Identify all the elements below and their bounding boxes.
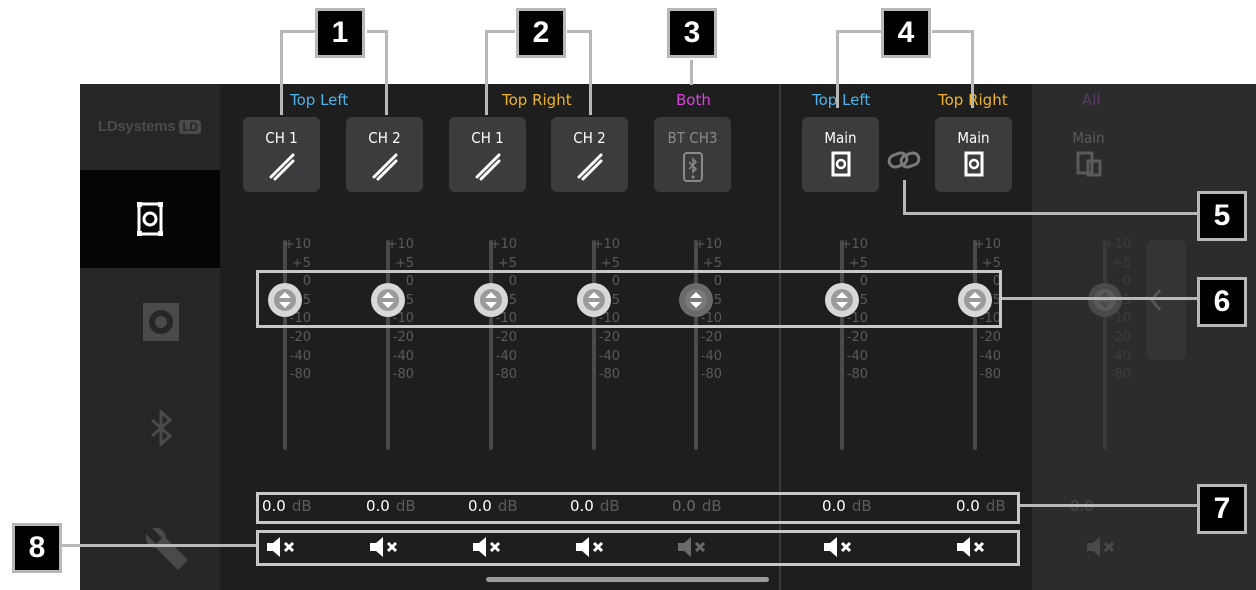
group-label-all: All bbox=[1082, 91, 1101, 109]
scale-tick-label: -80 bbox=[289, 367, 311, 383]
speaker-setup-icon bbox=[137, 202, 163, 236]
channel-button-ch1-top-left[interactable]: CH 1 bbox=[243, 117, 320, 192]
callout-badge: 2 bbox=[516, 8, 566, 58]
scale-tick-label: -40 bbox=[598, 348, 620, 364]
callout-badge: 3 bbox=[667, 8, 717, 58]
callout-badge: 5 bbox=[1197, 191, 1247, 241]
fader-arrows-icon bbox=[1094, 289, 1116, 311]
scale-tick-label: -40 bbox=[846, 348, 868, 364]
scale-tick-label: -40 bbox=[979, 348, 1001, 364]
logo-text: LDsystems bbox=[98, 118, 176, 135]
scale-tick-label: -20 bbox=[392, 329, 414, 345]
channel-button-ch1-top-right[interactable]: CH 1 bbox=[449, 117, 526, 192]
scale-tick-label: +10 bbox=[840, 237, 868, 252]
speakers-icon bbox=[1076, 151, 1101, 177]
channel-label: CH 2 bbox=[368, 129, 401, 147]
scale-tick-label: -40 bbox=[495, 348, 517, 364]
scale-tick-label: -80 bbox=[846, 367, 868, 383]
scrollbar[interactable] bbox=[486, 577, 769, 582]
scale-tick-label: -20 bbox=[700, 329, 722, 345]
scale-tick-label: -20 bbox=[289, 329, 311, 345]
channel-button-ch2-top-right[interactable]: CH 2 bbox=[551, 117, 628, 192]
channel-label: CH 1 bbox=[265, 129, 298, 147]
scale-tick-label: +10 bbox=[386, 237, 414, 252]
callout-badge: 4 bbox=[881, 8, 931, 58]
scale-tick-label: -20 bbox=[598, 329, 620, 345]
db-readout-highlight bbox=[256, 492, 1020, 524]
sidebar-item-speaker-setup[interactable] bbox=[80, 170, 220, 268]
cable-icon bbox=[577, 153, 602, 181]
callout-badge: 7 bbox=[1197, 484, 1247, 534]
scale-tick-label: +10 bbox=[973, 237, 1001, 252]
main-button-top-left[interactable]: Main bbox=[802, 117, 879, 192]
scale-tick-label: +10 bbox=[489, 237, 517, 252]
channel-label: Main bbox=[1072, 129, 1105, 147]
scale-tick-label: -40 bbox=[289, 348, 311, 364]
mute-button[interactable] bbox=[1085, 536, 1119, 563]
scale-tick-label: -20 bbox=[846, 329, 868, 345]
fader-knob[interactable] bbox=[1088, 283, 1122, 317]
channel-label: Main bbox=[824, 129, 857, 147]
chevron-left-icon bbox=[1150, 289, 1162, 311]
channel-label: CH 1 bbox=[471, 129, 504, 147]
scale-tick-label: +10 bbox=[1103, 237, 1131, 252]
callout-badge: 8 bbox=[12, 523, 62, 573]
channel-label: Main bbox=[957, 129, 990, 147]
scale-tick-label: -40 bbox=[392, 348, 414, 364]
scale-tick-label: -20 bbox=[1109, 329, 1131, 345]
scale-tick-label: -80 bbox=[392, 367, 414, 383]
bluetooth-icon bbox=[151, 408, 173, 448]
speaker-icon bbox=[143, 303, 179, 341]
speaker-icon bbox=[831, 151, 850, 177]
speaker-icon bbox=[964, 151, 983, 177]
scale-tick-label: -20 bbox=[979, 329, 1001, 345]
channel-label: CH 2 bbox=[573, 129, 606, 147]
cable-icon bbox=[372, 153, 397, 181]
mute-icon bbox=[1087, 537, 1115, 557]
sidebar-item-speaker[interactable] bbox=[142, 302, 180, 342]
bluetooth-phone-icon bbox=[682, 152, 703, 182]
channel-label: BT CH3 bbox=[667, 129, 718, 147]
scale-tick-label: +10 bbox=[283, 237, 311, 252]
scale-tick-label: +5 bbox=[1111, 255, 1131, 271]
scale-tick-label: -80 bbox=[979, 367, 1001, 383]
callout-badge: 1 bbox=[315, 8, 365, 58]
mute-highlight bbox=[256, 530, 1020, 566]
group-label-both: Both bbox=[676, 91, 711, 109]
cable-icon bbox=[269, 153, 294, 181]
scale-tick-label: -80 bbox=[1109, 367, 1131, 383]
link-icon[interactable] bbox=[887, 148, 921, 172]
channel-button-bt-ch3[interactable]: BT CH3 bbox=[654, 117, 731, 192]
cable-icon bbox=[475, 153, 500, 181]
scale-tick-label: +10 bbox=[592, 237, 620, 252]
logo-badge: LD bbox=[179, 120, 201, 134]
logo: LDsystems LD bbox=[98, 118, 201, 135]
callout-badge: 6 bbox=[1197, 277, 1247, 327]
fader-knob-highlight bbox=[256, 270, 1002, 328]
main-button-top-right[interactable]: Main bbox=[935, 117, 1012, 192]
sidebar-item-bluetooth[interactable] bbox=[148, 408, 176, 448]
group-label-main-top-left: Top Left bbox=[812, 91, 871, 109]
scale-tick-label: -80 bbox=[495, 367, 517, 383]
scale-tick-label: +10 bbox=[694, 237, 722, 252]
scale-tick-label: -40 bbox=[1109, 348, 1131, 364]
scale-tick-label: -80 bbox=[598, 367, 620, 383]
scale-tick-label: -80 bbox=[700, 367, 722, 383]
group-label-top-left: Top Left bbox=[290, 91, 349, 109]
panel-handle[interactable] bbox=[1146, 240, 1186, 360]
channel-button-ch2-top-left[interactable]: CH 2 bbox=[346, 117, 423, 192]
main-button-all[interactable]: Main bbox=[1050, 117, 1127, 192]
scale-tick-label: -20 bbox=[495, 329, 517, 345]
scale-tick-label: -40 bbox=[700, 348, 722, 364]
group-label-top-right: Top Right bbox=[502, 91, 572, 109]
